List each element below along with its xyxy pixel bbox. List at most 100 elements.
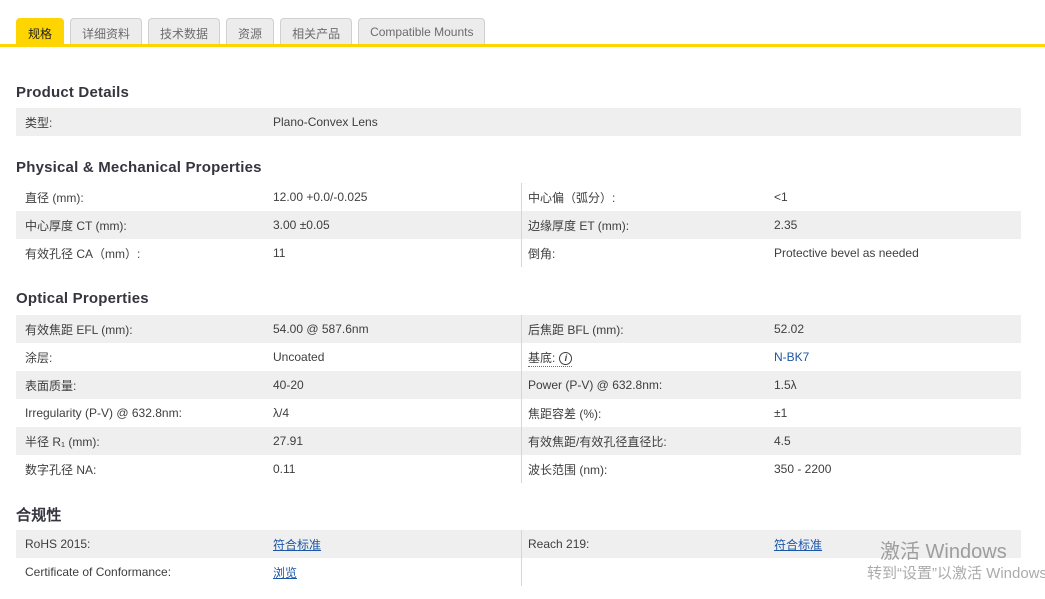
spec-label-text[interactable]: 基底: i <box>528 350 573 367</box>
spec-label: 边缘厚度 ET (mm): <box>528 217 774 234</box>
spec-cell: 涂层: Uncoated <box>16 343 521 371</box>
spec-cell: Certificate of Conformance: 浏览 <box>16 558 521 586</box>
spec-value: λ/4 <box>273 406 290 420</box>
spec-label-text: 直径 (mm): <box>25 190 84 205</box>
spec-label-text: 有效焦距 EFL (mm): <box>25 322 133 337</box>
spec-row: 涂层: Uncoated 基底: i N-BK7 <box>16 343 1021 371</box>
spec-value-link[interactable]: 符合标准 <box>273 536 321 553</box>
tab-specs[interactable]: 规格 <box>16 18 65 44</box>
spec-label: Certificate of Conformance: <box>25 565 273 579</box>
spec-label: 焦距容差 (%): <box>528 405 774 422</box>
spec-cell: 焦距容差 (%): ±1 <box>521 399 1021 427</box>
spec-cell: 半径 R₁ (mm): 27.91 <box>16 427 521 455</box>
spec-label: 中心厚度 CT (mm): <box>25 217 273 234</box>
tabbar-accent-rule <box>0 44 1045 47</box>
spec-value: 40-20 <box>273 378 304 392</box>
spec-label: 基底: i <box>528 349 774 367</box>
spec-row: 表面质量: 40-20 Power (P-V) @ 632.8nm: 1.5λ <box>16 371 1021 399</box>
spec-value: 350 - 2200 <box>774 462 832 476</box>
tab-bar: 规格 详细资料 技术数据 资源 相关产品 Compatible Mounts <box>16 18 1045 44</box>
spec-row: 半径 R₁ (mm): 27.91 有效焦距/有效孔径直径比: 4.5 <box>16 427 1021 455</box>
spec-cell: 有效焦距/有效孔径直径比: 4.5 <box>521 427 1021 455</box>
spec-cell: 直径 (mm): 12.00 +0.0/-0.025 <box>16 183 521 211</box>
spec-cell: 有效焦距 EFL (mm): 54.00 @ 587.6nm <box>16 315 521 343</box>
spec-table-physical-mechanical: 直径 (mm): 12.00 +0.0/-0.025 中心偏（弧分）: <1 中心厚度 … <box>16 183 1021 267</box>
spec-cell: RoHS 2015: 符合标准 <box>16 530 521 558</box>
spec-cell: Power (P-V) @ 632.8nm: 1.5λ <box>521 371 1021 399</box>
spec-label-text: 表面质量: <box>25 378 77 393</box>
tab-technical-data[interactable]: 技术数据 <box>148 18 221 44</box>
spec-cell: 表面质量: 40-20 <box>16 371 521 399</box>
spec-value: 11 <box>273 246 286 260</box>
spec-label-text: Reach 219: <box>528 537 590 551</box>
spec-label: 数字孔径 NA: <box>25 461 273 478</box>
section-title-product-details: Product Details <box>16 84 130 101</box>
spec-label-text: 边缘厚度 ET (mm): <box>528 218 630 233</box>
spec-cell: 中心厚度 CT (mm): 3.00 ±0.05 <box>16 211 521 239</box>
spec-cell: 边缘厚度 ET (mm): 2.35 <box>521 211 1021 239</box>
spec-value-link[interactable]: N-BK7 <box>774 350 809 364</box>
spec-cell: 倒角: Protective bevel as needed <box>521 239 1021 267</box>
spec-value: 54.00 @ 587.6nm <box>273 322 369 336</box>
spec-cell: 基底: i N-BK7 <box>521 343 1021 371</box>
section-title-optical: Optical Properties <box>16 290 149 307</box>
spec-label-text: 焦距容差 (%): <box>528 406 602 421</box>
spec-row: Irregularity (P-V) @ 632.8nm: λ/4 焦距容差 (%)… <box>16 399 1021 427</box>
spec-value: Protective bevel as needed <box>774 246 919 260</box>
spec-sections: Product Details 类型: Plano-Convex Lens Physi… <box>0 84 1045 586</box>
spec-cell: 有效孔径 CA（mm）: 11 <box>16 239 521 267</box>
section-title-physical-mechanical: Physical & Mechanical Properties <box>16 159 262 176</box>
spec-label-text: 有效孔径 CA（mm）: <box>25 246 141 261</box>
spec-label: Irregularity (P-V) @ 632.8nm: <box>25 406 273 420</box>
spec-value: 27.91 <box>273 434 304 448</box>
section-title-compliance: 合规性 <box>16 507 62 524</box>
spec-table-product-details: 类型: Plano-Convex Lens <box>16 108 1021 136</box>
spec-label: 中心偏（弧分）: <box>528 189 774 206</box>
spec-label: 涂层: <box>25 349 273 366</box>
spec-value: 52.02 <box>774 322 805 336</box>
spec-row: 中心厚度 CT (mm): 3.00 ±0.05 边缘厚度 ET (mm): 2.35 <box>16 211 1021 239</box>
spec-label: 波长范围 (nm): <box>528 461 774 478</box>
spec-value: Plano-Convex Lens <box>273 115 378 129</box>
spec-label-text: 涂层: <box>25 350 53 365</box>
spec-label-text: 类型: <box>25 115 53 130</box>
spec-value: ±1 <box>774 406 788 420</box>
spec-label-text: 后焦距 BFL (mm): <box>528 322 624 337</box>
spec-value: 0.11 <box>273 462 296 476</box>
windows-activation-watermark-subtitle: 转到“设置”以激活 Windows <box>867 565 1045 582</box>
spec-row: 直径 (mm): 12.00 +0.0/-0.025 中心偏（弧分）: <1 <box>16 183 1021 211</box>
windows-activation-watermark-title: 激活 Windows <box>880 541 1007 563</box>
tab-related-products[interactable]: 相关产品 <box>280 18 353 44</box>
spec-label-text: 波长范围 (nm): <box>528 462 608 477</box>
spec-label-text: 中心偏（弧分）: <box>528 190 616 205</box>
spec-label: 直径 (mm): <box>25 189 273 206</box>
spec-value: Uncoated <box>273 350 325 364</box>
spec-label-text: Irregularity (P-V) @ 632.8nm: <box>25 406 182 420</box>
spec-row: 有效焦距 EFL (mm): 54.00 @ 587.6nm 后焦距 BFL (mm… <box>16 315 1021 343</box>
tab-details[interactable]: 详细资料 <box>70 18 143 44</box>
spec-label-text: Power (P-V) @ 632.8nm: <box>528 378 663 392</box>
tab-resources[interactable]: 资源 <box>226 18 275 44</box>
spec-label: 有效焦距 EFL (mm): <box>25 321 273 338</box>
spec-row: RoHS 2015: 符合标准 Reach 219: 符合标准 <box>16 530 1021 558</box>
spec-value-link[interactable]: 浏览 <box>273 564 297 581</box>
info-icon[interactable]: i <box>559 351 573 365</box>
spec-label: 表面质量: <box>25 377 273 394</box>
spec-row: 类型: Plano-Convex Lens <box>16 108 1021 136</box>
spec-cell: 后焦距 BFL (mm): 52.02 <box>521 315 1021 343</box>
spec-value: 4.5 <box>774 434 791 448</box>
spec-cell: 波长范围 (nm): 350 - 2200 <box>521 455 1021 483</box>
spec-value: <1 <box>774 190 788 204</box>
spec-label-text: 倒角: <box>528 246 556 261</box>
spec-cell: 类型: Plano-Convex Lens <box>16 108 1021 136</box>
spec-label: 有效焦距/有效孔径直径比: <box>528 433 774 450</box>
spec-label: 类型: <box>25 114 273 131</box>
spec-value-link[interactable]: 符合标准 <box>774 536 822 553</box>
spec-label: Power (P-V) @ 632.8nm: <box>528 378 774 392</box>
spec-label-text: Certificate of Conformance: <box>25 565 172 579</box>
spec-value: 3.00 ±0.05 <box>273 218 330 232</box>
tab-compatible-mounts[interactable]: Compatible Mounts <box>358 18 486 44</box>
spec-row: 数字孔径 NA: 0.11 波长范围 (nm): 350 - 2200 <box>16 455 1021 483</box>
spec-label-text: 有效焦距/有效孔径直径比: <box>528 434 667 449</box>
spec-label-text: 半径 R₁ (mm): <box>25 434 100 449</box>
